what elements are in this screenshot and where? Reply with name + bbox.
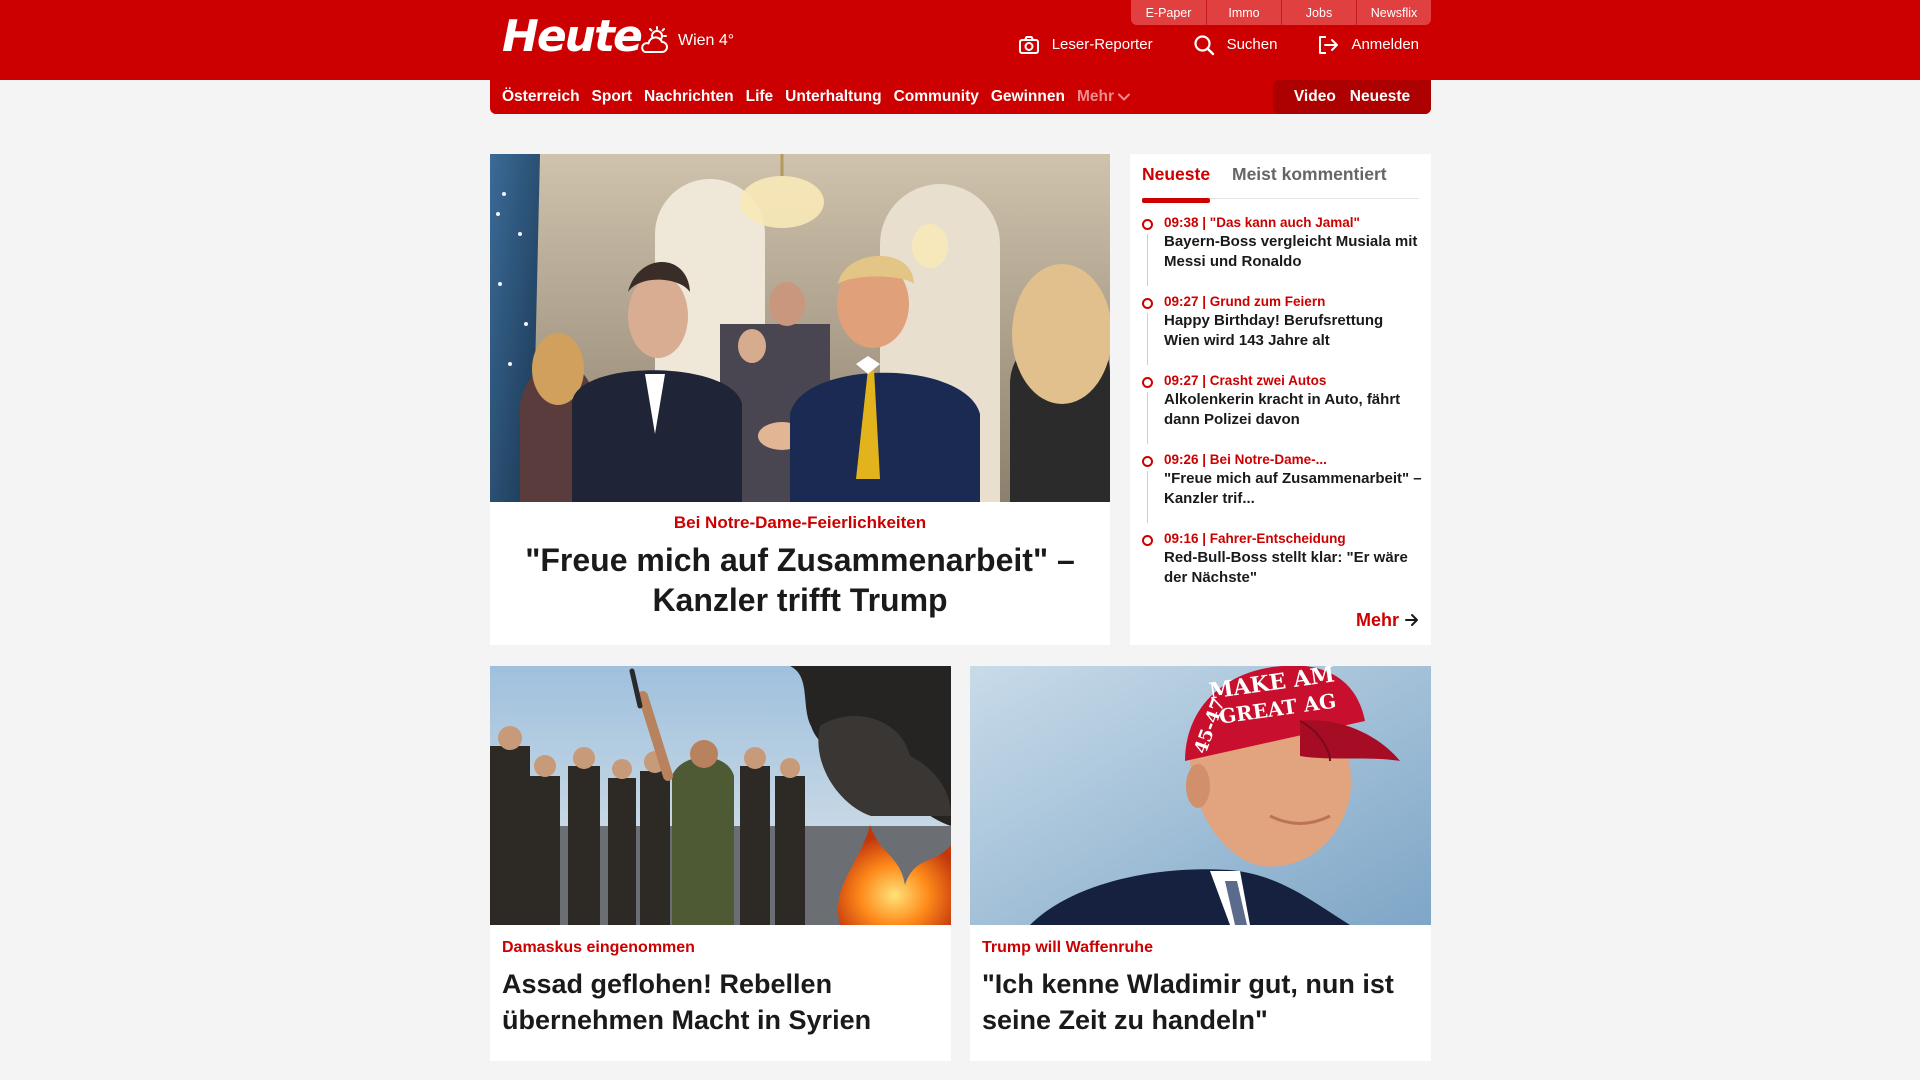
article-card-trump[interactable]: MAKE AM GREAT AG 45-47 Trump will Waffen… — [970, 666, 1431, 1061]
weather-text: Wien 4° — [678, 32, 735, 49]
feed-meta: 09:27 | Grund zum Feiern — [1164, 294, 1326, 309]
card-image[interactable]: MAKE AM GREAT AG 45-47 — [970, 666, 1431, 925]
card-image[interactable] — [490, 666, 951, 925]
nav-item-neueste[interactable]: Neueste — [1350, 80, 1410, 114]
feed-title[interactable]: Happy Birthday! Berufsrettung Wien wird … — [1164, 311, 1422, 351]
feed-meta: 09:26 | Bei Notre-Dame-... — [1164, 452, 1327, 467]
feed-title[interactable]: Bayern-Boss vergleicht Musiala mit Messi… — [1164, 232, 1422, 272]
timeline-line — [1147, 471, 1148, 523]
nav-item-life[interactable]: Life — [746, 80, 774, 114]
feed-item[interactable]: 09:38 | "Das kann auch Jamal" Bayern-Bos… — [1142, 214, 1422, 293]
tab-meist-kommentiert[interactable]: Meist kommentiert — [1232, 162, 1387, 186]
nav-item-community[interactable]: Community — [894, 80, 979, 114]
nav-right-group: Video Neueste — [1273, 80, 1431, 114]
syria-photo — [490, 666, 951, 925]
header-actions: Leser-Reporter Suchen Anmelden — [1018, 34, 1419, 56]
weather-widget[interactable]: Wien 4° — [638, 26, 734, 56]
nav-item-gewinnen[interactable]: Gewinnen — [991, 80, 1065, 114]
feed-title[interactable]: Red-Bull-Boss stellt klar: "Er wäre der … — [1164, 548, 1422, 588]
timeline-dot — [1142, 219, 1153, 230]
leser-reporter-label: Leser-Reporter — [1051, 36, 1153, 53]
trump-photo: MAKE AM GREAT AG 45-47 — [970, 666, 1431, 925]
latest-news-sidebar: Neueste Meist kommentiert 09:38 | "Das k… — [1130, 154, 1431, 645]
feed-item[interactable]: 09:27 | Grund zum Feiern Happy Birthday!… — [1142, 293, 1422, 372]
login-icon — [1319, 36, 1339, 54]
header-inner: Heute Wien 4° E-Paper Immo Jobs Newsflix — [490, 0, 1431, 80]
search-icon — [1193, 35, 1214, 56]
sidebar-tabs: Neueste Meist kommentiert — [1142, 154, 1419, 203]
camera-icon — [1018, 36, 1039, 54]
utility-tabs: E-Paper Immo Jobs Newsflix — [1131, 0, 1431, 25]
timeline-line — [1147, 234, 1148, 286]
util-tab-jobs[interactable]: Jobs — [1281, 0, 1356, 25]
hero-title[interactable]: "Freue mich auf Zusammenarbeit" – Kanzle… — [510, 540, 1090, 620]
article-card-syria[interactable]: Damaskus eingenommen Assad geflohen! Reb… — [490, 666, 951, 1061]
card-kicker[interactable]: Damaskus eingenommen — [502, 938, 695, 958]
feed-meta: 09:27 | Crasht zwei Autos — [1164, 373, 1327, 388]
timeline-line — [1147, 392, 1148, 444]
timeline-dot — [1142, 377, 1153, 388]
main-nav: Österreich Sport Nachrichten Life Unterh… — [490, 80, 1431, 114]
tab-neueste[interactable]: Neueste — [1142, 162, 1211, 203]
login-button[interactable]: Anmelden — [1317, 34, 1419, 56]
nav-item-unterhaltung[interactable]: Unterhaltung — [785, 80, 881, 114]
leser-reporter-link[interactable]: Leser-Reporter — [1018, 34, 1153, 56]
timeline-dot — [1142, 456, 1153, 467]
timeline-line — [1147, 313, 1148, 365]
util-tab-epaper[interactable]: E-Paper — [1131, 0, 1206, 25]
timeline-dot — [1142, 535, 1153, 546]
sidebar-more-link[interactable]: Mehr — [1356, 608, 1419, 632]
nav-item-oesterreich[interactable]: Österreich — [502, 80, 580, 114]
site-logo[interactable]: Heute — [502, 10, 643, 64]
feed-meta: 09:38 | "Das kann auch Jamal" — [1164, 215, 1360, 230]
feed-title[interactable]: Alkolenkerin kracht in Auto, fährt dann … — [1164, 390, 1422, 430]
nav-item-nachrichten[interactable]: Nachrichten — [644, 80, 734, 114]
card-kicker[interactable]: Trump will Waffenruhe — [982, 938, 1153, 958]
cloud-sun-icon — [641, 26, 668, 53]
nav-item-video[interactable]: Video — [1294, 80, 1336, 114]
feed-title[interactable]: "Freue mich auf Zusammenarbeit" – Kanzle… — [1164, 469, 1422, 509]
site-header: Heute Wien 4° E-Paper Immo Jobs Newsflix — [0, 0, 1920, 80]
search-label: Suchen — [1226, 36, 1278, 53]
feed-item[interactable]: 09:27 | Crasht zwei Autos Alkolenkerin k… — [1142, 372, 1422, 451]
hero-article[interactable]: Bei Notre-Dame-Feierlichkeiten "Freue mi… — [490, 154, 1110, 645]
util-tab-immo[interactable]: Immo — [1206, 0, 1281, 25]
login-label: Anmelden — [1351, 36, 1419, 53]
search-button[interactable]: Suchen — [1193, 34, 1278, 56]
card-title[interactable]: "Ich kenne Wladimir gut, nun ist seine Z… — [982, 966, 1412, 1038]
nav-item-sport[interactable]: Sport — [592, 80, 632, 114]
nav-more-dropdown[interactable]: Mehr — [1077, 80, 1130, 114]
util-tab-newsflix[interactable]: Newsflix — [1356, 0, 1431, 25]
hero-image[interactable] — [490, 154, 1110, 502]
timeline-dot — [1142, 298, 1153, 309]
sidebar-more-label: Mehr — [1355, 610, 1399, 630]
feed-item[interactable]: 09:26 | Bei Notre-Dame-... "Freue mich a… — [1142, 451, 1422, 530]
hero-kicker[interactable]: Bei Notre-Dame-Feierlichkeiten — [490, 512, 1110, 534]
nav-items: Österreich Sport Nachrichten Life Unterh… — [502, 80, 1130, 114]
feed-meta: 09:16 | Fahrer-Entscheidung — [1164, 531, 1346, 546]
card-title[interactable]: Assad geflohen! Rebellen übernehmen Mach… — [502, 966, 932, 1038]
chevron-down-icon — [1117, 93, 1130, 101]
hero-photo — [490, 154, 1110, 502]
arrow-right-icon — [1405, 614, 1418, 626]
nav-more-label: Mehr — [1076, 88, 1114, 105]
news-feed: 09:38 | "Das kann auch Jamal" Bayern-Bos… — [1142, 214, 1422, 609]
feed-item[interactable]: 09:16 | Fahrer-Entscheidung Red-Bull-Bos… — [1142, 530, 1422, 609]
